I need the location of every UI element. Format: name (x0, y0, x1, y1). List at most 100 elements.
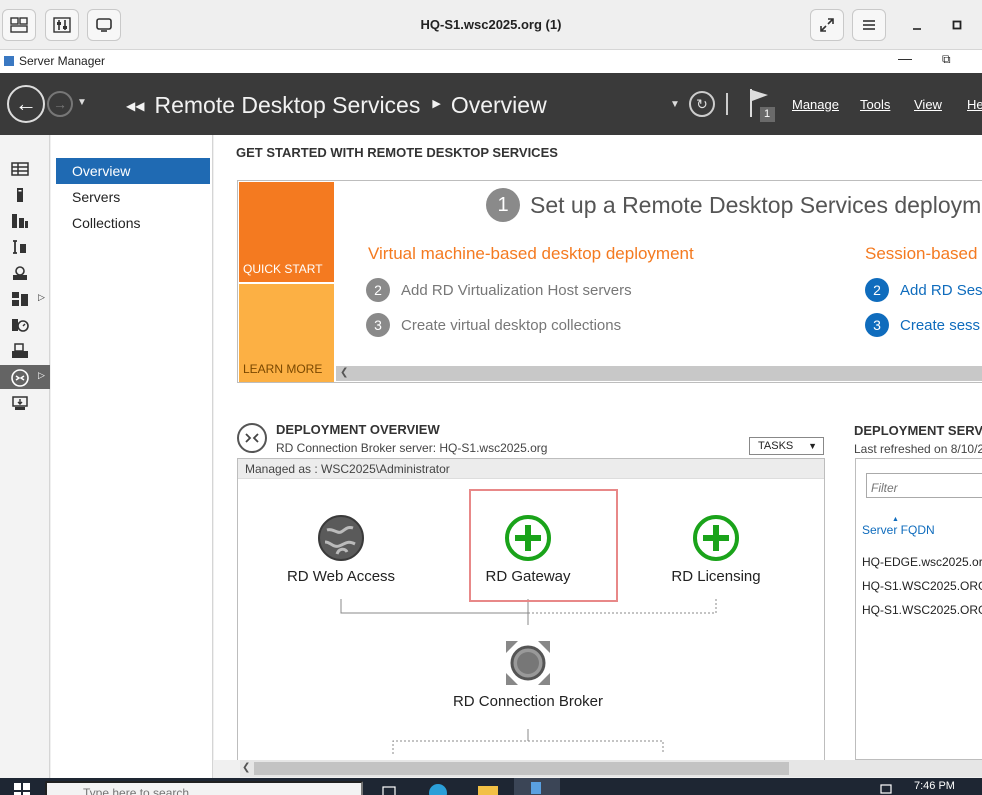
column-header-server-fqdn[interactable]: Server FQDN (862, 523, 935, 537)
filter-input[interactable] (866, 473, 982, 498)
sidebar-item-file-storage[interactable] (0, 235, 50, 259)
sidebar-item-local-server[interactable] (0, 183, 50, 207)
step-number: 1 (486, 188, 520, 222)
sidebar-item-all-servers[interactable] (0, 209, 50, 233)
server-group-icon (12, 292, 28, 306)
role-rd-connection-broker[interactable]: RD Connection Broker (444, 639, 612, 710)
subnav-overview[interactable]: Overview (56, 158, 210, 184)
taskbar-clock[interactable]: 7:46 PM (914, 780, 955, 792)
header-divider (726, 93, 728, 115)
breadcrumb-collapse-icon[interactable]: ◀◀ (126, 99, 144, 113)
add-licensing-icon (693, 515, 739, 561)
menu-manage[interactable]: Manage (792, 97, 839, 112)
role-rd-licensing[interactable]: RD Licensing (658, 514, 774, 585)
getting-started-panel: QUICK START LEARN MORE 1 Set up a Remote… (237, 180, 982, 383)
menu-view[interactable]: View (914, 97, 942, 112)
print-icon (12, 343, 28, 358)
step-link[interactable]: Create sess (900, 317, 980, 334)
quick-start-label: QUICK START (243, 262, 323, 276)
breadcrumb-dropdown-icon[interactable]: ▼ (670, 99, 680, 110)
role-label: RD Connection Broker (452, 693, 604, 710)
expand-icon (820, 18, 834, 32)
learn-more-tile[interactable]: LEARN MORE (239, 284, 334, 382)
refresh-button[interactable]: ↻ (689, 91, 715, 117)
taskbar-search-input[interactable] (45, 781, 363, 795)
step-number: 2 (865, 278, 889, 302)
role-rd-web-access[interactable]: RD Web Access (285, 514, 397, 585)
sidebar-item-dashboard[interactable] (0, 157, 50, 181)
maximize-icon (952, 20, 962, 30)
sidebar-item-iis[interactable] (0, 261, 50, 285)
subnav: Overview Servers Collections (51, 135, 213, 778)
deployment-servers-title: DEPLOYMENT SERV (854, 423, 982, 438)
breadcrumb-separator-icon: ▶ (432, 98, 441, 111)
expand-arrow-icon[interactable]: ▷ (38, 292, 45, 303)
sort-ascending-icon: ▲ (892, 516, 899, 523)
edge-browser-icon[interactable] (428, 783, 448, 795)
window-minimize-button[interactable]: — (898, 50, 912, 66)
ipam-icon (12, 319, 29, 332)
server-row[interactable]: HQ-EDGE.wsc2025.org (862, 555, 982, 569)
sidebar-item-print[interactable] (0, 339, 50, 363)
connection-broker-icon (506, 641, 550, 685)
role-label: RD Gateway (485, 568, 571, 585)
window-title: Server Manager (19, 54, 106, 68)
role-label: RD Licensing (671, 568, 761, 585)
session-step-2[interactable]: 2 Add RD Ses (865, 278, 982, 302)
scrollbar-thumb[interactable] (254, 762, 789, 775)
step-link[interactable]: Add RD Ses (900, 282, 982, 299)
role-rd-gateway[interactable]: RD Gateway (472, 514, 584, 585)
forward-button[interactable]: → (47, 91, 73, 117)
client-menu-button[interactable] (852, 9, 886, 41)
server-row[interactable]: HQ-S1.WSC2025.ORG (862, 603, 982, 617)
sidebar-item-remote-desktop[interactable]: ▷ (0, 365, 50, 389)
scroll-left-icon[interactable]: ❮ (242, 762, 250, 773)
fullscreen-button[interactable] (810, 9, 844, 41)
file-explorer-icon[interactable] (478, 784, 498, 795)
chevron-down-icon: ▼ (808, 441, 817, 451)
expand-arrow-icon[interactable]: ▷ (38, 370, 45, 381)
sidebar-item-wsus[interactable] (0, 391, 50, 415)
scroll-left-icon[interactable]: ❮ (340, 367, 348, 378)
windows-start-icon[interactable] (14, 783, 30, 795)
sidebar-item-ipam[interactable] (0, 313, 50, 337)
server-row[interactable]: HQ-S1.WSC2025.ORG (862, 579, 982, 593)
tasks-dropdown[interactable]: TASKS ▼ (749, 437, 824, 455)
back-button[interactable]: ← (7, 85, 45, 123)
vm-step-2[interactable]: 2 Add RD Virtualization Host servers (366, 278, 632, 302)
setup-step-1: 1 Set up a Remote Desktop Services deplo… (486, 188, 981, 222)
session-step-3[interactable]: 3 Create sess (865, 313, 980, 337)
client-minimize-button[interactable] (900, 9, 934, 41)
server-manager-taskbar-button[interactable] (514, 778, 560, 795)
wsus-icon (12, 396, 28, 410)
menu-help[interactable]: He (967, 97, 982, 112)
last-refreshed-label: Last refreshed on 8/10/2 (854, 442, 982, 456)
step-number: 3 (366, 313, 390, 337)
globe-icon (318, 515, 364, 561)
hamburger-icon (863, 20, 875, 30)
history-dropdown-icon[interactable]: ▼ (77, 97, 87, 108)
network-icon[interactable] (880, 784, 892, 794)
deployment-overview-panel: Managed as : WSC2025\Administrator RD We… (237, 458, 825, 760)
notifications-button[interactable]: 1 (748, 87, 778, 123)
sidebar-item-server-group[interactable]: ▷ (0, 287, 50, 311)
connection-broker-server: RD Connection Broker server: HQ-S1.wsc20… (276, 441, 548, 455)
client-maximize-button[interactable] (940, 9, 974, 41)
file-storage-icon (13, 240, 26, 254)
breadcrumb-root[interactable]: Remote Desktop Services (154, 92, 420, 118)
iis-icon (13, 266, 27, 280)
quick-start-tile[interactable]: QUICK START (239, 182, 334, 282)
subnav-collections[interactable]: Collections (56, 210, 210, 236)
step-number: 2 (366, 278, 390, 302)
window-restore-button[interactable]: ⧉ (942, 52, 951, 67)
menu-tools[interactable]: Tools (860, 97, 890, 112)
vm-step-3[interactable]: 3 Create virtual desktop collections (366, 313, 621, 337)
subnav-servers[interactable]: Servers (56, 184, 210, 210)
server-manager-app-icon (4, 56, 14, 66)
session-deployment-heading: Session-based (865, 244, 978, 263)
deployment-servers-panel: ▲ Server FQDN HQ-EDGE.wsc2025.org HQ-S1.… (855, 458, 982, 760)
main-horizontal-scrollbar[interactable]: ❮ (240, 760, 982, 777)
task-view-icon[interactable] (382, 786, 396, 795)
step-text: Create virtual desktop collections (401, 316, 622, 334)
getting-started-scrollbar[interactable]: ❮ (336, 366, 982, 381)
